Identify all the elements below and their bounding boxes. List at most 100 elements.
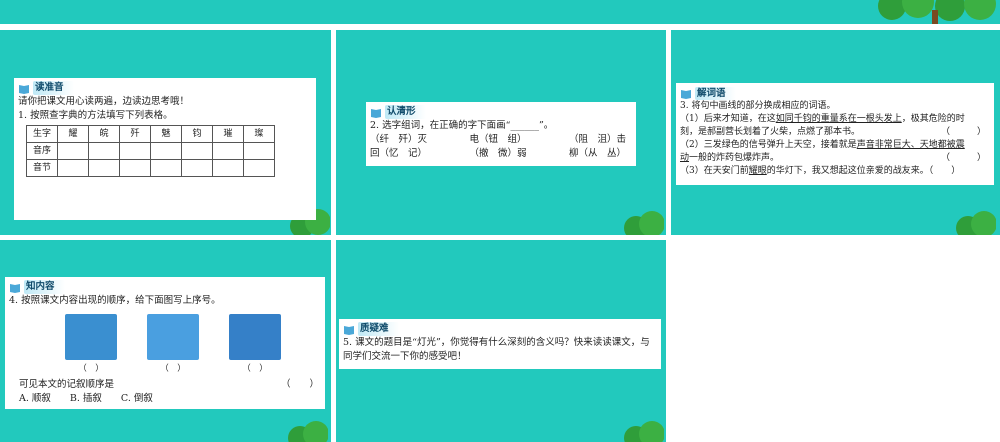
word-row-2: 回（忆 记） （撤 微）弱 柳（从 丛） <box>370 147 632 161</box>
item-text: （3）在天安门前 <box>680 166 749 176</box>
item-3: （3）在天安门前耀眼的华灯下，我又想起这位亲爱的战友来。（ ） <box>680 165 990 178</box>
answer-cell[interactable] <box>150 142 182 160</box>
book-icon <box>371 108 381 118</box>
section-heading: 解词语 <box>680 86 990 100</box>
answer-cell[interactable] <box>181 159 213 177</box>
order-blank[interactable]: （ ） <box>242 362 268 376</box>
slide-1-card: 读准音 请你把课文用心读两遍，边读边思考哦！ 1. 按照查字典的方法填写下列表格… <box>14 78 316 220</box>
answer-cell[interactable] <box>212 142 244 160</box>
table-cell: 皖 <box>88 125 120 143</box>
table-cell: 音序 <box>26 142 58 160</box>
slide-1: 读准音 请你把课文用心读两遍，边读边思考哦！ 1. 按照查字典的方法填写下列表格… <box>0 30 331 235</box>
answer-cell[interactable] <box>212 159 244 177</box>
answer-cell[interactable] <box>181 142 213 160</box>
scene-image <box>229 314 281 360</box>
picture-row: （ ） （ ） （ ） <box>65 314 321 376</box>
order-blank[interactable]: （ ） <box>78 362 104 376</box>
item-text: 一般的炸药包爆炸声。 <box>689 153 780 163</box>
slide-2-card: 认清形 2. 选字组词，在正确的字下面画“______”。 （纤 歼）灭 电（钮… <box>366 102 636 166</box>
answer-blank[interactable]: （ ） <box>281 378 319 392</box>
slide-2: 认清形 2. 选字组词，在正确的字下面画“______”。 （纤 歼）灭 电（钮… <box>336 30 666 235</box>
scene-image <box>147 314 199 360</box>
underlined-phrase: 如同千钧的重量系在一根头发上 <box>775 114 902 124</box>
answer-cell[interactable] <box>88 142 120 160</box>
question-2: 2. 选字组词，在正确的字下面画“______”。 <box>370 120 554 131</box>
item-text: 刻，是郝副营长划着了火柴，点燃了那本书。 <box>680 127 861 137</box>
table-cell: 歼 <box>119 125 151 143</box>
word-choice[interactable]: 柳（从 丛） <box>569 147 626 161</box>
question-5-cont: 同学们交流一下你的感受吧！ <box>343 351 467 362</box>
item-text: （2）三发绿色的信号弹升上天空，接着就是 <box>680 140 857 150</box>
scene-image <box>65 314 117 360</box>
underlined-phrase: 声音非常巨大、天地都被震 <box>856 140 965 150</box>
intro-text: 请你把课文用心读两遍，边读边思考哦！ <box>18 96 190 107</box>
section-heading: 认清形 <box>370 105 632 119</box>
word-choice[interactable]: （阻 沮）击 <box>569 133 626 147</box>
table-cell: 璨 <box>243 125 275 143</box>
bush-icon <box>624 421 664 442</box>
question-1: 1. 按照查字典的方法填写下列表格。 <box>18 110 173 121</box>
item-2: （2）三发绿色的信号弹升上天空，接着就是声音非常巨大、天地都被震 <box>680 139 990 152</box>
order-text: 可见本文的记叙顺序是 <box>19 379 115 390</box>
item-text: 的华灯下，我又想起这位亲爱的战友来。 <box>766 166 929 176</box>
word-row-1: （纤 歼）灭 电（钮 组） （阻 沮）击 <box>370 133 632 147</box>
underlined-phrase: 动 <box>680 153 690 163</box>
book-icon <box>344 325 354 335</box>
table-cell: 音节 <box>26 159 58 177</box>
underlined-phrase: 耀眼 <box>748 166 767 176</box>
answer-cell[interactable] <box>150 159 182 177</box>
answer-cell[interactable] <box>119 142 151 160</box>
pinyin-table: 生字 耀 皖 歼 魅 钧 璀 璨 音序 音节 <box>26 125 275 177</box>
item-text: ，极其危险的时 <box>901 114 965 124</box>
book-icon <box>19 84 29 94</box>
word-choice[interactable]: （撤 微）弱 <box>469 147 526 161</box>
options: A. 顺叙 B. 插叙 C. 倒叙 <box>19 393 153 404</box>
tree-decoration-icon <box>878 0 996 24</box>
answer-cell[interactable] <box>57 159 89 177</box>
bush-icon <box>956 211 996 235</box>
slide-3-card: 解词语 3. 将句中画线的部分换成相应的词语。 （1）后来才知道，在这如同千钧的… <box>676 83 994 185</box>
table-row: 音序 <box>26 142 275 160</box>
answer-cell[interactable] <box>119 159 151 177</box>
answer-blank[interactable]: （ ） <box>941 152 986 165</box>
picture-item: （ ） <box>65 314 117 376</box>
book-icon <box>10 283 20 293</box>
slide-5: 质疑难 5. 课文的题目是“灯光”，你觉得有什么深刻的含义吗？快来读读课文，与 … <box>336 240 666 442</box>
table-cell: 生字 <box>26 125 58 143</box>
item-text: （1）后来才知道，在这 <box>680 114 776 124</box>
word-choice[interactable]: 回（忆 记） <box>370 147 427 161</box>
answer-cell[interactable] <box>88 159 120 177</box>
item-2-cont: 动一般的炸药包爆炸声。 （ ） <box>680 152 990 165</box>
answer-blank[interactable]: （ ） <box>929 166 961 176</box>
top-slide-strip <box>0 0 1000 24</box>
order-blank[interactable]: （ ） <box>160 362 186 376</box>
answer-blank[interactable]: （ ） <box>941 126 986 139</box>
bush-icon <box>624 211 664 235</box>
slide-5-card: 质疑难 5. 课文的题目是“灯光”，你觉得有什么深刻的含义吗？快来读读课文，与 … <box>339 319 661 369</box>
table-cell: 璀 <box>212 125 244 143</box>
question-4: 4. 按照课文内容出现的顺序，给下面图写上序号。 <box>9 295 221 306</box>
section-heading: 读准音 <box>18 81 312 95</box>
slide-4: 知内容 4. 按照课文内容出现的顺序，给下面图写上序号。 （ ） （ ） （ ）… <box>0 240 331 442</box>
book-icon <box>681 89 691 99</box>
word-choice[interactable]: （纤 歼）灭 <box>370 133 427 147</box>
table-row: 音节 <box>26 159 275 177</box>
table-cell: 魅 <box>150 125 182 143</box>
item-1: （1）后来才知道，在这如同千钧的重量系在一根头发上，极其危险的时 <box>680 113 990 126</box>
table-row: 生字 耀 皖 歼 魅 钧 璀 璨 <box>26 125 275 143</box>
table-cell: 耀 <box>57 125 89 143</box>
section-heading: 质疑难 <box>343 322 657 336</box>
picture-item: （ ） <box>147 314 199 376</box>
section-heading: 知内容 <box>9 280 321 294</box>
question-5: 5. 课文的题目是“灯光”，你觉得有什么深刻的含义吗？快来读读课文，与 <box>343 337 650 348</box>
bush-icon <box>288 421 328 442</box>
question-3: 3. 将句中画线的部分换成相应的词语。 <box>680 101 836 111</box>
word-choice[interactable]: 电（钮 组） <box>469 133 526 147</box>
answer-cell[interactable] <box>243 142 275 160</box>
table-cell: 钧 <box>181 125 213 143</box>
answer-cell[interactable] <box>57 142 89 160</box>
slide-4-card: 知内容 4. 按照课文内容出现的顺序，给下面图写上序号。 （ ） （ ） （ ）… <box>5 277 325 409</box>
slide-3: 解词语 3. 将句中画线的部分换成相应的词语。 （1）后来才知道，在这如同千钧的… <box>671 30 1000 235</box>
answer-cell[interactable] <box>243 159 275 177</box>
picture-item: （ ） <box>229 314 281 376</box>
